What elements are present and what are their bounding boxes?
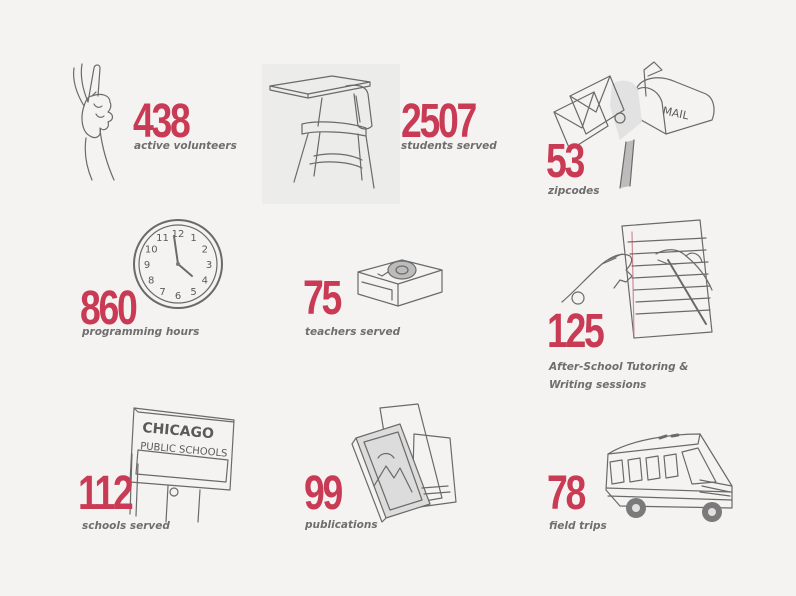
clock-numeral: 10: [145, 245, 158, 256]
clock-numeral: 1: [190, 233, 196, 244]
clock-numeral: 4: [202, 276, 208, 287]
stat-value: 53: [546, 135, 585, 188]
school-desk-icon: [262, 64, 400, 204]
stat-value: 125: [547, 305, 605, 358]
sign-line1-text: CHICAGO: [142, 420, 215, 442]
stat-label: After-School Tutoring &: [549, 361, 689, 373]
clock-numeral: 7: [159, 287, 165, 298]
stat-label-line2: Writing sessions: [549, 379, 647, 391]
stat-label: programming hours: [82, 326, 200, 338]
clock-numeral: 11: [156, 233, 169, 244]
clock-numeral: 9: [144, 260, 150, 271]
sign-line2-text: PUBLIC SCHOOLS: [140, 441, 228, 460]
clock-numeral: 2: [202, 245, 208, 256]
stat-value: 99: [304, 467, 343, 520]
wall-clock-icon: 12 1234567891011: [133, 219, 223, 309]
stat-label: active volunteers: [134, 140, 237, 152]
tape-dispenser-icon: [357, 259, 443, 307]
clock-numeral: 5: [190, 287, 196, 298]
stat-label: publications: [305, 519, 378, 531]
chicago-public-schools-sign-icon: CHICAGO PUBLIC SCHOOLS: [129, 407, 235, 523]
book-stack-icon: [351, 403, 457, 523]
clock-numeral: 8: [148, 276, 154, 287]
stat-label: zipcodes: [548, 185, 600, 197]
peace-hand-icon: [73, 63, 115, 181]
stat-label: teachers served: [305, 326, 401, 338]
stat-value: 75: [303, 272, 342, 325]
stat-label: students served: [401, 140, 497, 152]
clock-numeral: 6: [175, 291, 181, 302]
stat-value: 78: [547, 467, 586, 520]
stat-label: schools served: [82, 520, 170, 532]
mail-text: MAIL: [661, 104, 690, 122]
stat-value: 112: [78, 467, 134, 520]
school-bus-icon: [605, 433, 733, 522]
clock-numeral: 3: [206, 260, 212, 271]
stat-label: field trips: [549, 520, 607, 532]
